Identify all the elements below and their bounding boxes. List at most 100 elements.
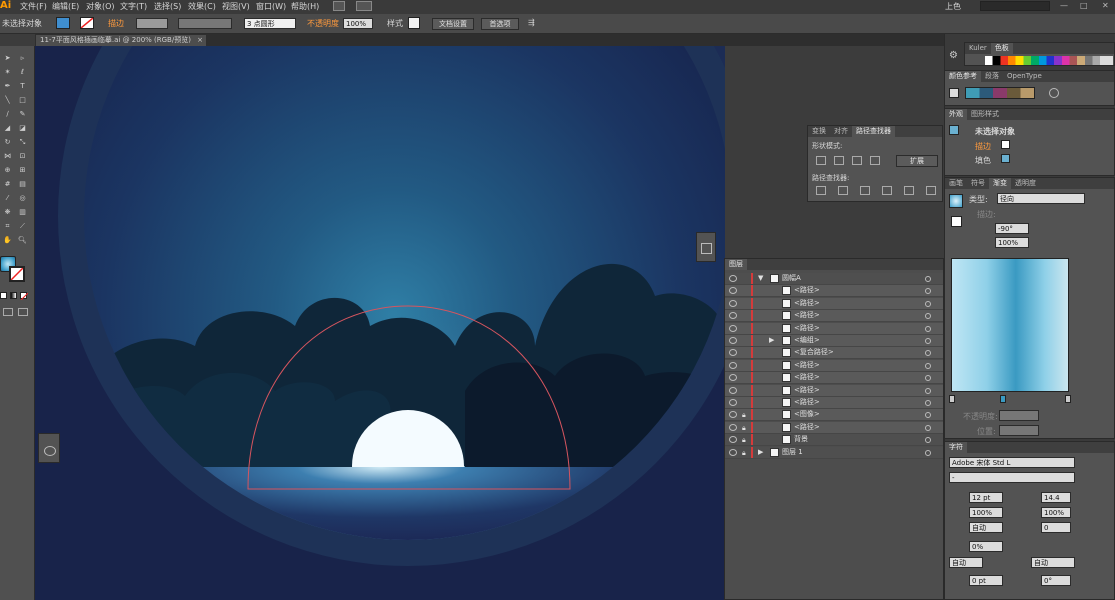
tab-graphic-styles[interactable]: 图形样式 [967, 109, 1003, 120]
screen-mode-icon[interactable] [18, 308, 28, 316]
layer-name[interactable]: 图层 1 [782, 447, 803, 458]
layer-name[interactable]: <路径> [794, 323, 820, 334]
target-icon[interactable] [925, 437, 931, 444]
tab-gradient[interactable]: 渐变 [989, 178, 1011, 189]
layer-row[interactable]: 🔒︎ <路径> [725, 421, 943, 434]
column-graph-tool-icon[interactable]: ▥ [17, 208, 28, 217]
layer-name[interactable]: <路径> [794, 422, 820, 433]
layer-name[interactable]: 背景 [794, 434, 808, 445]
minimize-button[interactable]: — [1060, 1, 1068, 10]
expand-button[interactable]: 扩展 [896, 155, 938, 167]
perspective-grid-tool-icon[interactable]: ⊞ [17, 166, 28, 175]
rectangle-tool-icon[interactable]: □ [17, 96, 28, 105]
appearance-fill-swatch[interactable] [1001, 154, 1010, 163]
brush-definition-field[interactable]: 3 点圆形 [244, 18, 296, 29]
mesh-tool-icon[interactable]: # [2, 180, 13, 189]
target-icon[interactable] [925, 424, 931, 431]
visibility-eye-icon[interactable] [729, 423, 737, 431]
appearance-fill[interactable]: 填色 [975, 155, 991, 166]
visibility-eye-icon[interactable] [729, 374, 737, 382]
gradient-stop-right[interactable] [1065, 395, 1071, 403]
crop-icon[interactable] [882, 186, 892, 195]
bridge-icon[interactable] [333, 1, 345, 11]
document-tab[interactable]: 11-7平面风格插画临摹.ai @ 200% (RGB/预览) × [36, 35, 206, 46]
swatch-strip[interactable] [985, 56, 1113, 65]
gradient-opacity-field[interactable] [999, 410, 1039, 421]
visibility-eye-icon[interactable] [729, 312, 737, 320]
maximize-button[interactable]: □ [1080, 1, 1088, 10]
gradient-preview[interactable] [949, 194, 963, 208]
artboard-tool-icon[interactable]: ⌗ [2, 222, 13, 231]
visibility-eye-icon[interactable] [729, 386, 737, 394]
menu-help[interactable]: 帮助(H) [291, 1, 319, 12]
visibility-eye-icon[interactable] [729, 436, 737, 444]
visibility-eye-icon[interactable] [729, 324, 737, 332]
layer-row[interactable]: <路径> [725, 372, 943, 385]
menu-select[interactable]: 选择(S) [154, 1, 181, 12]
gradient-ratio-field[interactable]: 100% [995, 237, 1029, 248]
gradient-angle-field[interactable]: -90° [995, 223, 1029, 234]
visibility-eye-icon[interactable] [729, 448, 737, 456]
target-icon[interactable] [925, 300, 931, 307]
style-swatch[interactable] [408, 17, 420, 29]
gradient-mode-icon[interactable] [10, 292, 17, 299]
target-icon[interactable] [925, 400, 931, 406]
layer-row[interactable]: 🔒︎ <图像> [725, 409, 943, 422]
layer-row[interactable]: <路径> [725, 322, 943, 335]
artboards-icon[interactable] [701, 243, 712, 254]
expand-toggle[interactable]: ▶ [758, 447, 763, 458]
layer-row[interactable]: <路径> [725, 359, 943, 372]
baseline-shift-field[interactable]: 0 pt [969, 575, 1003, 586]
edit-colors-icon[interactable] [1049, 88, 1059, 98]
layer-name[interactable]: <路径> [794, 372, 820, 383]
layer-row[interactable]: <路径> [725, 285, 943, 298]
stroke-weight-field[interactable] [136, 18, 168, 29]
close-tab-icon[interactable]: × [197, 35, 203, 46]
vertical-scale-field[interactable]: 100% [969, 507, 1003, 518]
document-setup-button[interactable]: 文档设置 [432, 18, 474, 30]
layer-row[interactable]: <路径> [725, 384, 943, 397]
tab-align[interactable]: 对齐 [830, 126, 852, 137]
lock-icon[interactable]: 🔒︎ [742, 448, 746, 459]
layer-row[interactable]: <路径> [725, 397, 943, 409]
magic-wand-tool-icon[interactable]: ✶ [2, 68, 13, 77]
pen-tool-icon[interactable]: ✒ [2, 82, 13, 91]
color-mode-icon[interactable] [0, 292, 7, 299]
exclude-icon[interactable] [870, 156, 880, 165]
outline-icon[interactable] [904, 186, 914, 195]
selection-tool-icon[interactable]: ➤ [2, 54, 13, 63]
scale-tool-icon[interactable]: ⤡ [17, 138, 28, 147]
font-style-field[interactable]: - [949, 472, 1075, 483]
target-icon[interactable] [925, 449, 931, 456]
stroke-swatch[interactable] [80, 17, 94, 29]
rotate-tool-icon[interactable]: ↻ [2, 138, 13, 147]
horizontal-scale-field[interactable]: 100% [1041, 507, 1071, 518]
gradient-tool-icon[interactable]: ▤ [17, 180, 28, 189]
layer-row[interactable]: 🔒︎ 背景 [725, 434, 943, 447]
tab-color-guide[interactable]: 颜色参考 [945, 71, 981, 82]
gradient-type-select[interactable]: 径向 [997, 193, 1085, 204]
tab-brushes[interactable]: 画笔 [945, 178, 967, 189]
tab-swatches[interactable]: 色板 [990, 43, 1013, 54]
trim-icon[interactable] [838, 186, 848, 195]
zoom-tool-icon[interactable]: 🔍︎ [17, 236, 28, 245]
symbol-sprayer-tool-icon[interactable]: ❋ [2, 208, 13, 217]
visibility-eye-icon[interactable] [729, 299, 737, 307]
tab-paragraph[interactable]: 段落 [981, 71, 1003, 82]
intersect-icon[interactable] [852, 156, 862, 165]
layer-name[interactable]: <路径> [794, 298, 820, 309]
layer-name[interactable]: <路径> [794, 310, 820, 321]
target-icon[interactable] [925, 288, 931, 295]
expand-toggle[interactable]: ▶ [769, 335, 774, 346]
symbol-icon[interactable] [44, 446, 56, 456]
layer-name[interactable]: <路径> [794, 397, 820, 408]
menu-effect[interactable]: 效果(C) [188, 1, 216, 12]
target-icon[interactable] [925, 375, 931, 382]
tab-appearance[interactable]: 外观 [945, 109, 967, 120]
pencil-tool-icon[interactable]: ✎ [17, 110, 28, 119]
opacity-field[interactable]: 100% [343, 18, 373, 29]
appearance-stroke-swatch[interactable] [1001, 140, 1010, 149]
eraser-tool-icon[interactable]: ◪ [17, 124, 28, 133]
tab-symbols[interactable]: 符号 [967, 178, 989, 189]
stroke-color-box[interactable] [9, 266, 25, 282]
